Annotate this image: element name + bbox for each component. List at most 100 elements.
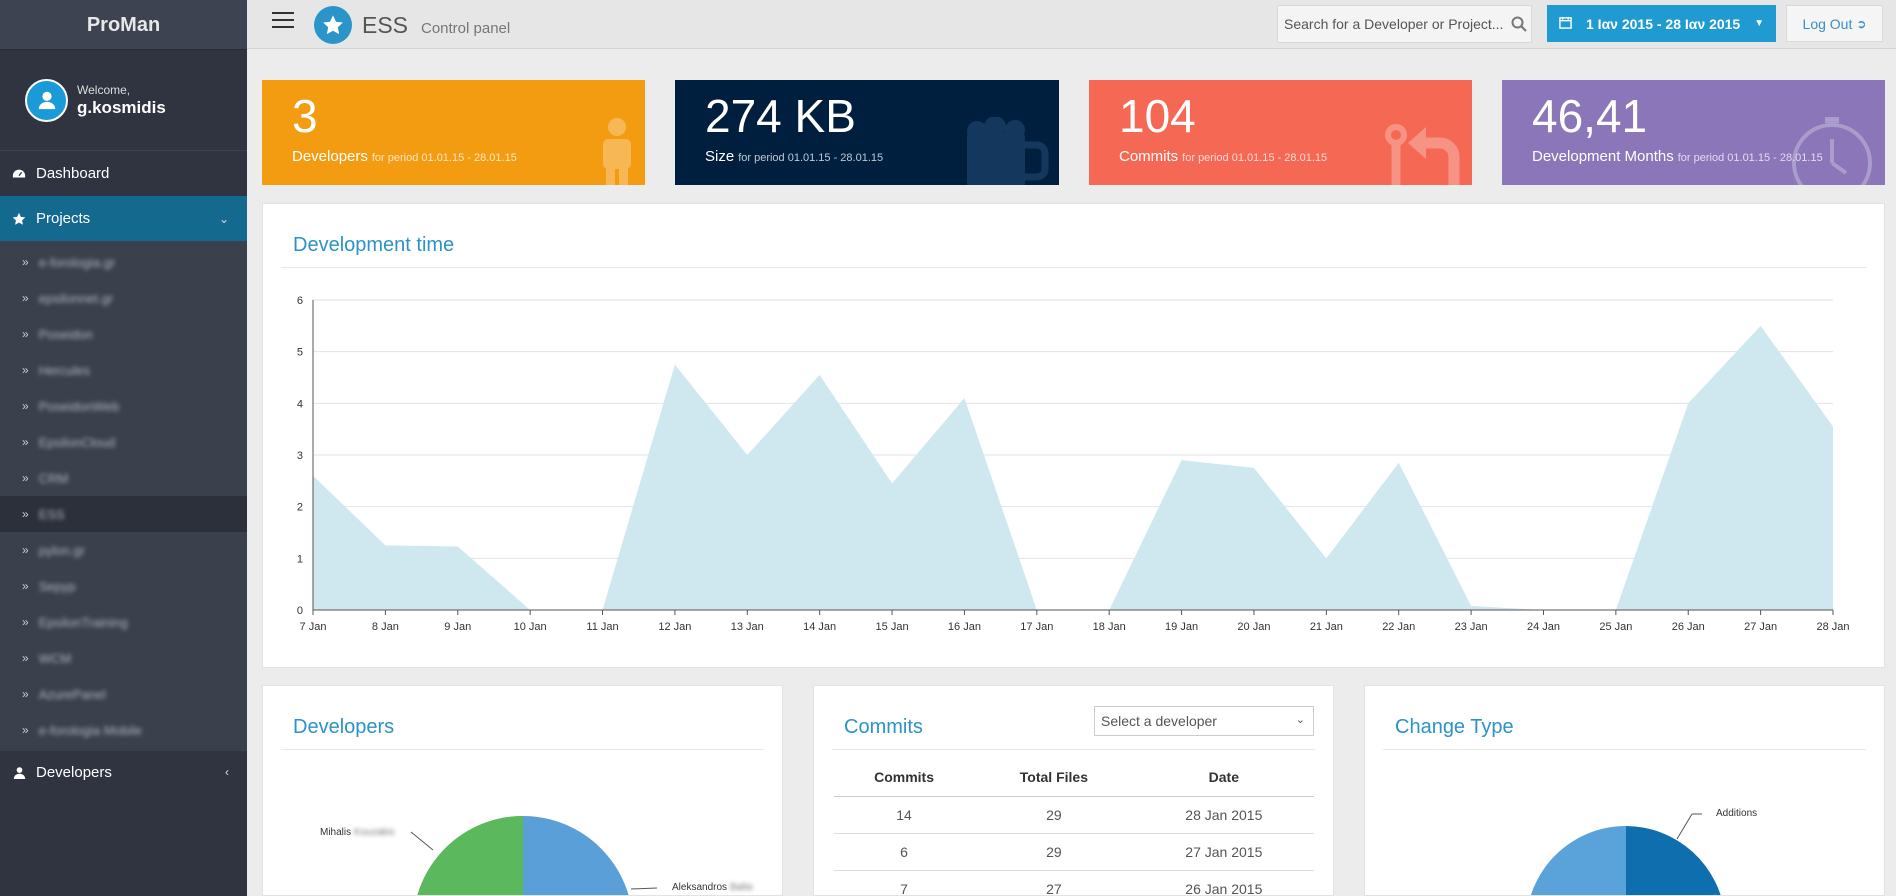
x-tick-label: 19 Jan — [1165, 621, 1198, 633]
search-icon[interactable] — [1507, 16, 1531, 32]
sidebar-project-label: epsilonnet.gr — [38, 290, 114, 306]
developer-select[interactable]: Select a developer ⌄ — [1094, 706, 1314, 736]
y-tick-label: 3 — [297, 450, 303, 462]
pie-slice-remaining — [1530, 826, 1626, 895]
logout-label: Log Out — [1802, 15, 1853, 32]
double-chevron-right-icon: » — [22, 723, 29, 737]
y-tick-label: 2 — [297, 502, 303, 514]
menu-toggle-icon[interactable] — [272, 12, 294, 28]
y-tick-label: 1 — [297, 553, 303, 565]
kpi-period: for period 01.01.15 - 28.01.15 — [738, 152, 884, 164]
kpi-period: for period 01.01.15 - 28.01.15 — [1182, 152, 1328, 164]
undo-arrow-icon — [1385, 124, 1460, 185]
developers-panel: Developers Mihalis Kouzakis Aleksandros … — [262, 685, 783, 896]
cell-commits: 14 — [834, 796, 975, 834]
logout-button[interactable]: Log Out ➲ — [1786, 5, 1883, 42]
pie-slice-mihalis-fill — [417, 816, 523, 895]
date-range-button[interactable]: 1 Ιαν 2015 - 28 Ιαν 2015 ▼ — [1547, 5, 1776, 42]
sidebar-project-item[interactable]: » PoseidonWeb — [0, 388, 247, 424]
kpi-label: Development Months — [1532, 148, 1674, 165]
page-subtitle: Control panel — [421, 20, 511, 37]
cell-commits: 7 — [834, 870, 975, 895]
table-row[interactable]: 7 27 26 Jan 2015 — [834, 870, 1314, 895]
double-chevron-right-icon: » — [22, 471, 29, 485]
kpi-value: 104 — [1119, 90, 1196, 142]
x-tick-label: 14 Jan — [803, 621, 836, 633]
sidebar-project-label: CRM — [38, 470, 69, 486]
sidebar-project-label: Poseidon — [38, 326, 93, 342]
pie-leader-line — [630, 887, 658, 890]
kpi-period: for period 01.01.15 - 28.01.15 — [371, 152, 517, 164]
sidebar-project-label: e-forologia Mobile — [38, 722, 143, 738]
double-chevron-right-icon: » — [22, 435, 29, 449]
change-type-panel: Change Type Additions — [1364, 685, 1885, 896]
sidebar-project-item[interactable]: » EpsilonTraining — [0, 604, 247, 640]
sidebar-project-item[interactable]: » Poseidon — [0, 316, 247, 352]
x-tick-label: 18 Jan — [1093, 621, 1126, 633]
y-tick-label: 5 — [297, 347, 303, 359]
stopwatch-icon — [1792, 117, 1872, 185]
cell-commits: 6 — [834, 833, 975, 871]
sidebar-project-item[interactable]: » EpsilonCloud — [0, 424, 247, 460]
search-input[interactable]: Search for a Developer or Project... — [1277, 5, 1532, 43]
column-header[interactable]: Total Files — [974, 758, 1134, 797]
nav-projects[interactable]: Projects ⌄ — [0, 196, 247, 241]
x-tick-label: 7 Jan — [300, 621, 327, 633]
pie-label-mihalis-first: Mihalis — [320, 827, 352, 838]
pie-slice-aleksandros — [523, 816, 629, 895]
star-icon — [12, 212, 26, 226]
double-chevron-right-icon: » — [22, 363, 29, 377]
sidebar-project-label: AzurePanel — [38, 686, 106, 702]
sidebar-project-item[interactable]: » e-forologia Mobile — [0, 712, 247, 748]
change-type-pie-chart — [1530, 813, 1721, 895]
double-chevron-right-icon: » — [22, 579, 29, 593]
nav-projects-label: Projects — [36, 210, 91, 227]
sidebar-project-item[interactable]: » CRM — [0, 460, 247, 496]
y-tick-label: 6 — [297, 295, 303, 307]
kpi-value: 274 KB — [705, 90, 856, 142]
x-tick-label: 8 Jan — [372, 621, 399, 633]
nav-developers[interactable]: Developers ‹ — [0, 751, 247, 793]
double-chevron-right-icon: » — [22, 687, 29, 701]
divider — [832, 749, 1315, 750]
cell-total-files: 29 — [974, 833, 1134, 871]
panel-title: Commits — [844, 716, 923, 738]
development-time-panel: Development time 01234567 Jan 8 Jan 9 Jan 1… — [262, 203, 1885, 668]
x-tick-label: 12 Jan — [658, 621, 691, 633]
sidebar-project-item[interactable]: » WCM — [0, 640, 247, 676]
welcome-text: Welcome, — [77, 82, 131, 97]
beer-mug-icon — [967, 117, 1049, 185]
nav-dashboard[interactable]: Dashboard — [0, 151, 247, 196]
column-header[interactable]: Date — [1133, 758, 1314, 797]
kpi-developers: 3 Developers for period 01.01.15 - 28.01.… — [262, 80, 645, 185]
sidebar-project-item[interactable]: » AzurePanel — [0, 676, 247, 712]
sidebar-project-item[interactable]: » epsilonnet.gr — [0, 280, 247, 316]
double-chevron-right-icon: » — [22, 507, 29, 521]
sidebar-project-label: WCM — [38, 650, 72, 666]
x-tick-label: 28 Jan — [1816, 621, 1849, 633]
table-row[interactable]: 6 29 27 Jan 2015 — [834, 833, 1314, 871]
sidebar-project-item[interactable]: » e-forologia.gr — [0, 244, 247, 280]
column-header[interactable]: Commits — [834, 758, 975, 797]
pie-label-additions: Additions — [1716, 808, 1758, 819]
x-tick-label: 11 Jan — [586, 621, 618, 633]
x-tick-label: 16 Jan — [948, 621, 981, 633]
double-chevron-right-icon: » — [22, 543, 29, 557]
person-icon — [603, 118, 631, 185]
sidebar-project-item[interactable]: » Hercules — [0, 352, 247, 388]
sidebar-project-item[interactable]: » Sepyp — [0, 568, 247, 604]
table-row[interactable]: 14 29 28 Jan 2015 — [834, 796, 1314, 834]
brand-logo[interactable]: ProMan — [0, 0, 247, 50]
double-chevron-right-icon: » — [22, 327, 29, 341]
kpi-value: 46,41 — [1532, 90, 1648, 142]
table-header-row: Commits Total Files Date — [834, 758, 1314, 797]
sidebar-project-item[interactable]: » ESS — [0, 496, 247, 532]
calendar-icon — [1559, 16, 1572, 32]
caret-down-icon: ▼ — [1754, 18, 1765, 29]
x-tick-label: 23 Jan — [1455, 621, 1488, 633]
sidebar-project-label: e-forologia.gr — [38, 254, 116, 270]
pie-label-mihalis: Mihalis Kouzakis — [320, 827, 394, 838]
chevron-down-icon: ⌄ — [1295, 714, 1305, 726]
sidebar-project-label: EpsilonTraining — [38, 614, 128, 630]
sidebar-project-item[interactable]: » pylon.gr — [0, 532, 247, 568]
